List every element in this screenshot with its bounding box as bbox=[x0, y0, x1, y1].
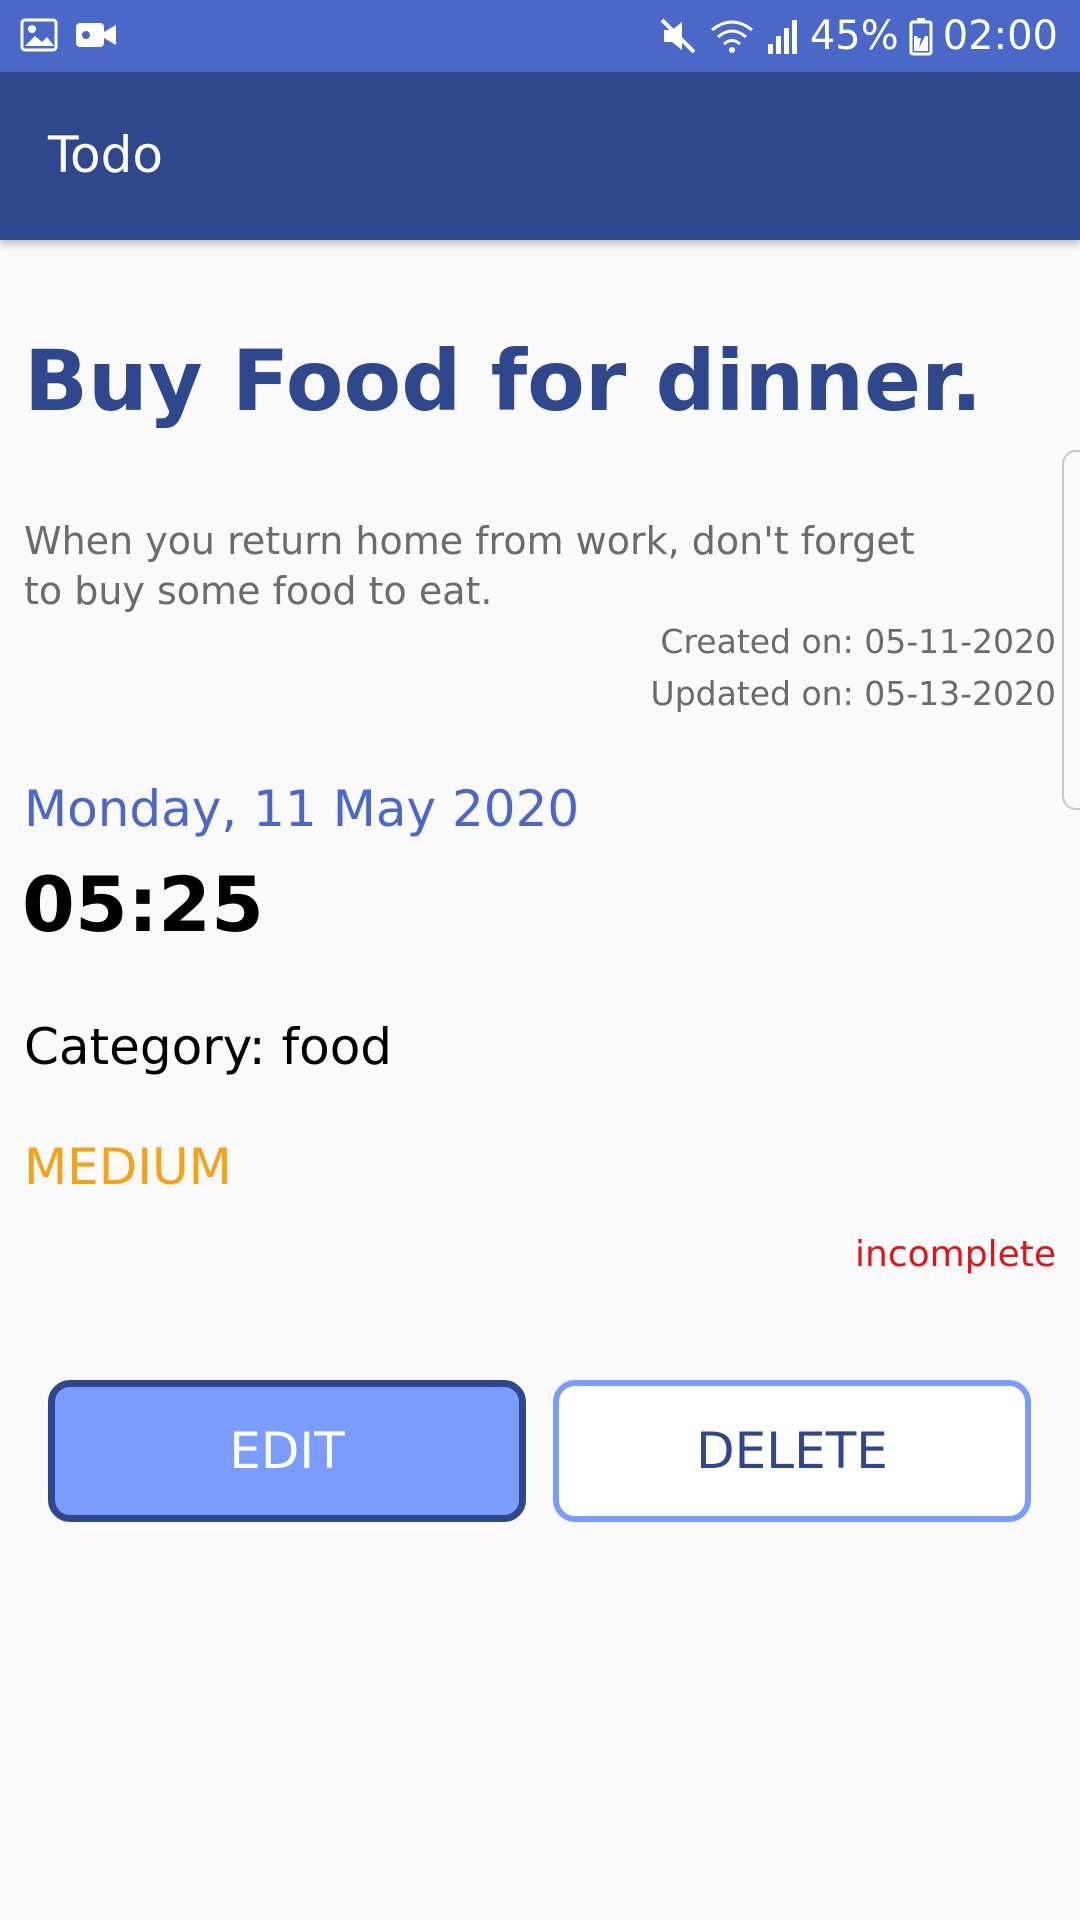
edit-button[interactable]: EDIT bbox=[48, 1380, 526, 1522]
todo-description: When you return home from work, don't fo… bbox=[24, 519, 915, 613]
status-bar: 45% 02:00 bbox=[0, 0, 1080, 72]
status-left-icons bbox=[20, 16, 118, 54]
due-time: 05:25 bbox=[22, 860, 264, 949]
created-date: Created on: 05-11-2020 bbox=[660, 622, 1056, 661]
battery-percent: 45% bbox=[809, 13, 899, 59]
category: Category: food bbox=[24, 1018, 393, 1076]
image-icon bbox=[20, 16, 58, 54]
app-title: Todo bbox=[48, 126, 163, 184]
mute-icon bbox=[658, 16, 698, 56]
status-right: 45% 02:00 bbox=[658, 0, 1058, 72]
signal-icon bbox=[766, 16, 800, 56]
battery-icon bbox=[909, 16, 933, 56]
app-bar: Todo bbox=[0, 72, 1080, 240]
status-badge: incomplete bbox=[855, 1234, 1056, 1275]
todo-title: Buy Food for dinner. bbox=[24, 332, 983, 430]
wifi-icon bbox=[708, 16, 756, 56]
priority-badge: MEDIUM bbox=[24, 1138, 232, 1196]
due-date: Monday, 11 May 2020 bbox=[24, 780, 580, 838]
edge-panel-handle[interactable] bbox=[1062, 450, 1080, 810]
delete-button[interactable]: DELETE bbox=[553, 1380, 1031, 1522]
video-icon bbox=[74, 16, 118, 54]
updated-date: Updated on: 05-13-2020 bbox=[650, 674, 1056, 713]
clock: 02:00 bbox=[942, 13, 1058, 59]
